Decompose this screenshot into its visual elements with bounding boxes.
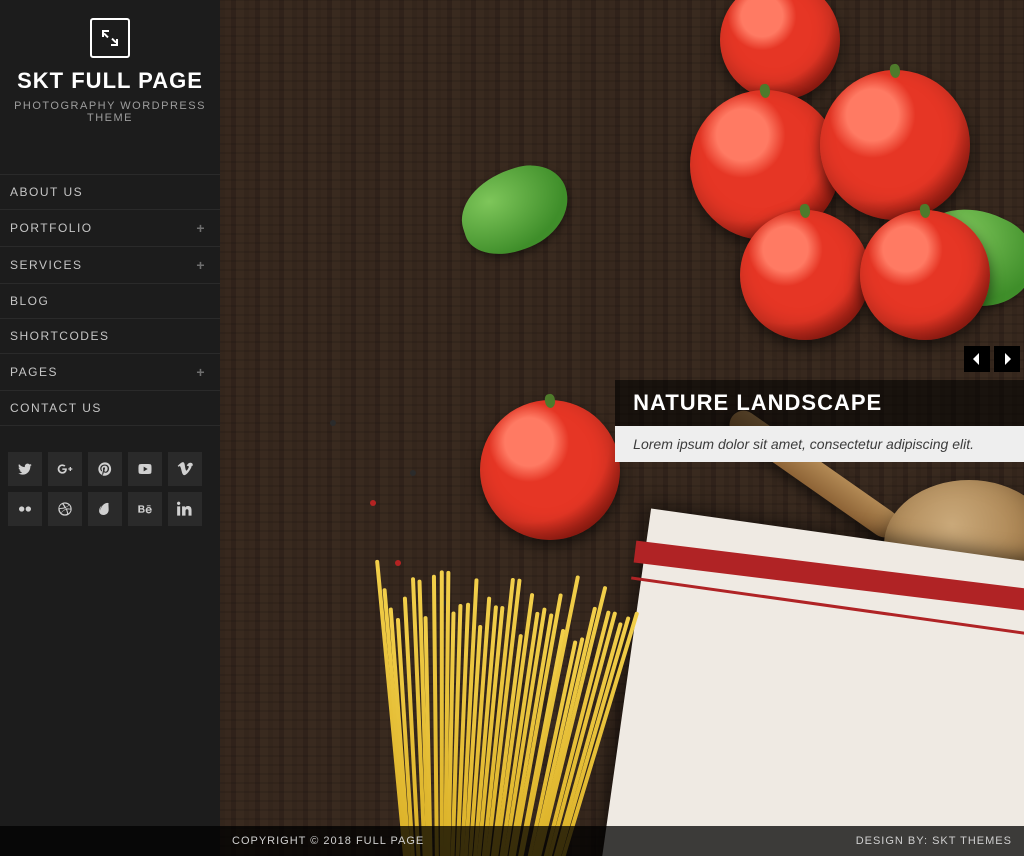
nav-item-blog[interactable]: Blog [0, 283, 220, 318]
slider-next-button[interactable] [994, 346, 1020, 372]
social-google-plus[interactable] [48, 452, 82, 486]
footer-designby: Design by: SKT Themes [856, 835, 1012, 847]
social-pinterest[interactable] [88, 452, 122, 486]
brand: SKT FULL PAGE Photography WordPress Them… [0, 0, 220, 130]
social-behance[interactable] [128, 492, 162, 526]
social-twitter[interactable] [8, 452, 42, 486]
expand-icon: + [196, 220, 206, 236]
logo-icon [90, 18, 130, 58]
social-links [0, 426, 220, 526]
expand-icon: + [196, 257, 206, 273]
hero-caption: Nature Landscape Lorem ipsum dolor sit a… [615, 380, 1024, 462]
slider-prev-button[interactable] [964, 346, 990, 372]
hero-subtitle: Lorem ipsum dolor sit amet, consectetur … [615, 426, 1024, 462]
nav-label: Pages [10, 365, 58, 379]
social-dribbble[interactable] [48, 492, 82, 526]
nav-label: Portfolio [10, 221, 93, 235]
social-linkedin[interactable] [168, 492, 202, 526]
slider-arrows [960, 346, 1020, 372]
nav-label: Shortcodes [10, 329, 109, 343]
sidebar: SKT FULL PAGE Photography WordPress Them… [0, 0, 220, 856]
nav-item-contact-us[interactable]: Contact Us [0, 390, 220, 426]
footer: Copyright © 2018 Full Page Design by: SK… [0, 826, 1024, 856]
social-envato[interactable] [88, 492, 122, 526]
nav-label: Blog [10, 294, 49, 308]
nav-label: About Us [10, 185, 83, 199]
nav-label: Services [10, 258, 82, 272]
primary-nav: About Us Portfolio + Services + Blog Short… [0, 174, 220, 426]
hero-title: Nature Landscape [615, 380, 1024, 426]
nav-item-portfolio[interactable]: Portfolio + [0, 209, 220, 246]
social-flickr[interactable] [8, 492, 42, 526]
nav-item-services[interactable]: Services + [0, 246, 220, 283]
hero: Nature Landscape Lorem ipsum dolor sit a… [220, 0, 1024, 856]
footer-copyright: Copyright © 2018 Full Page [232, 835, 424, 847]
nav-item-pages[interactable]: Pages + [0, 353, 220, 390]
social-youtube[interactable] [128, 452, 162, 486]
page-root: SKT FULL PAGE Photography WordPress Them… [0, 0, 1024, 856]
social-vimeo[interactable] [168, 452, 202, 486]
nav-item-shortcodes[interactable]: Shortcodes [0, 318, 220, 353]
nav-item-about-us[interactable]: About Us [0, 174, 220, 209]
nav-label: Contact Us [10, 401, 102, 415]
expand-icon: + [196, 364, 206, 380]
site-subtitle: Photography WordPress Theme [0, 100, 220, 124]
site-title: SKT FULL PAGE [0, 68, 220, 94]
